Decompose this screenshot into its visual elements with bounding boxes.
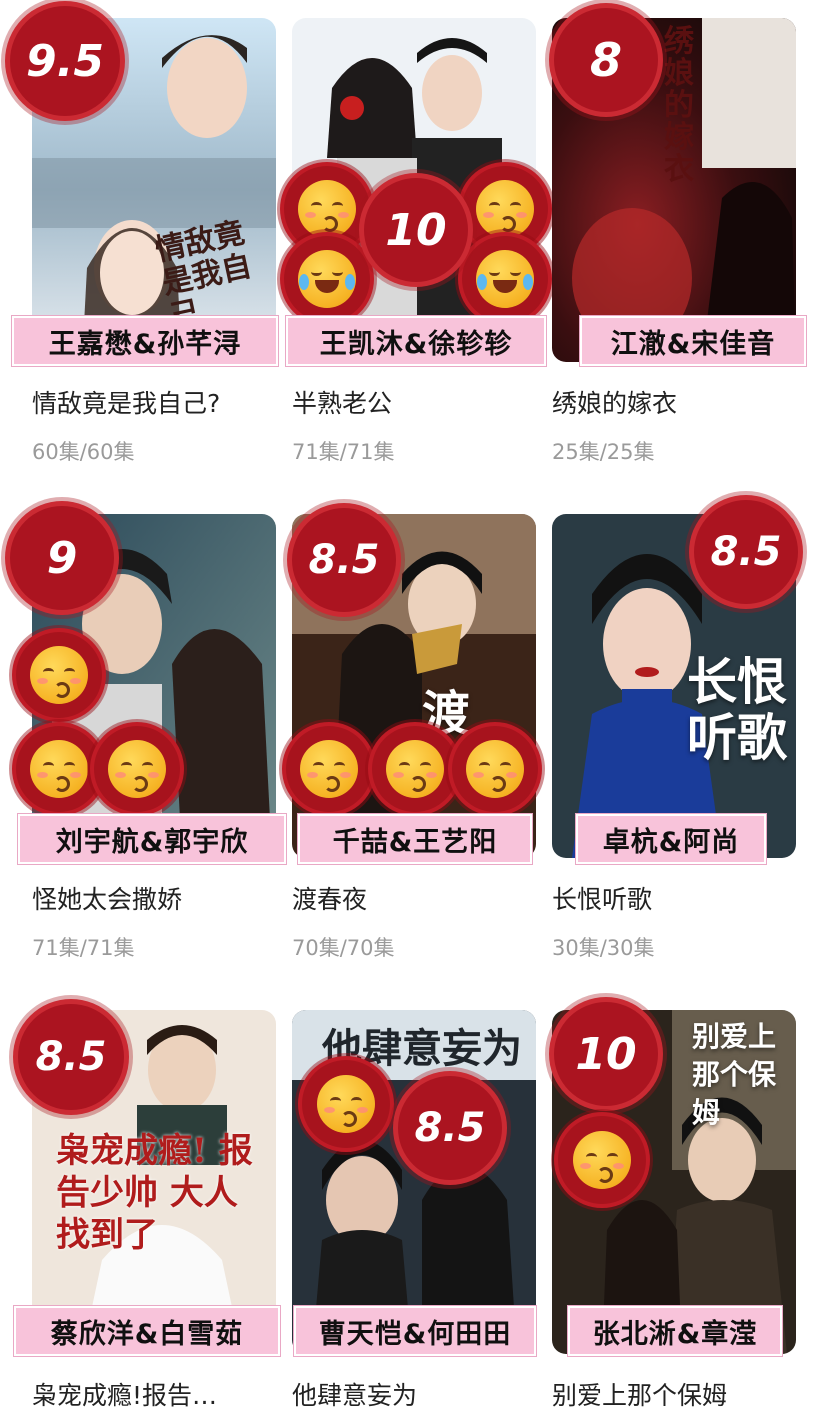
cast-label: 张北淅&章滢 bbox=[567, 1305, 783, 1357]
poster-image[interactable]: 他肆意妄为 bbox=[292, 1010, 536, 1354]
poster-title-text: 枭宠成瘾! 报告少帅 大人找到了 bbox=[56, 1131, 253, 1255]
cast-label: 蔡欣洋&白雪茹 bbox=[13, 1305, 281, 1357]
drama-title[interactable]: 绣娘的嫁衣 bbox=[552, 384, 796, 420]
cast-label: 江澈&宋佳音 bbox=[579, 315, 807, 367]
kissing-face-icon bbox=[573, 1131, 631, 1189]
laughing-tears-face-icon bbox=[476, 250, 534, 308]
score-badge: 8.5 bbox=[18, 1004, 124, 1110]
drama-title[interactable]: 情敌竟是我自己? bbox=[32, 384, 276, 420]
emoji-badge bbox=[16, 726, 102, 812]
score-badge: 8.5 bbox=[292, 508, 396, 612]
emoji-badge bbox=[302, 1060, 390, 1148]
kissing-face-icon bbox=[317, 1075, 375, 1133]
episode-count: 70集/70集 bbox=[292, 936, 395, 960]
episode-count: 71集/71集 bbox=[32, 936, 135, 960]
kissing-face-icon bbox=[108, 740, 166, 798]
score-badge: 9.5 bbox=[10, 6, 120, 116]
poster-title-text: 长恨听歌 bbox=[687, 652, 787, 767]
drama-title[interactable]: 枭宠成瘾!报告… bbox=[32, 1376, 276, 1412]
cast-label: 曹天恺&何田田 bbox=[293, 1305, 537, 1357]
emoji-badge bbox=[372, 726, 458, 812]
drama-title[interactable]: 半熟老公 bbox=[292, 384, 536, 420]
score-badge: 10 bbox=[554, 1002, 658, 1106]
cast-label: 王嘉懋&孙芊浔 bbox=[11, 315, 279, 367]
drama-title[interactable]: 他肆意妄为 bbox=[292, 1376, 536, 1412]
kissing-face-icon bbox=[386, 740, 444, 798]
score-badge: 8.5 bbox=[398, 1076, 502, 1180]
poster-title-text: 绣娘的嫁衣 bbox=[664, 24, 694, 187]
emoji-badge bbox=[94, 726, 180, 812]
cast-label: 卓杭&阿尚 bbox=[575, 813, 767, 865]
laughing-tears-face-icon bbox=[298, 250, 356, 308]
kissing-face-icon bbox=[466, 740, 524, 798]
kissing-face-icon bbox=[476, 180, 534, 238]
kissing-face-icon bbox=[30, 740, 88, 798]
drama-title[interactable]: 怪她太会撒娇 bbox=[32, 880, 276, 916]
emoji-badge bbox=[16, 632, 102, 718]
score-badge: 8.5 bbox=[694, 500, 798, 604]
score-badge: 8 bbox=[554, 8, 658, 112]
cast-label: 千喆&王艺阳 bbox=[297, 813, 533, 865]
episode-count: 25集/25集 bbox=[552, 440, 655, 464]
emoji-badge bbox=[558, 1116, 646, 1204]
drama-title[interactable]: 别爱上那个保姆 bbox=[552, 1376, 796, 1412]
emoji-badge bbox=[462, 236, 548, 322]
kissing-face-icon bbox=[300, 740, 358, 798]
score-badge: 9 bbox=[10, 506, 114, 610]
kissing-face-icon bbox=[298, 180, 356, 238]
emoji-badge bbox=[286, 726, 372, 812]
episode-count: 30集/30集 bbox=[552, 936, 655, 960]
drama-title[interactable]: 渡春夜 bbox=[292, 880, 536, 916]
cast-label: 刘宇航&郭宇欣 bbox=[17, 813, 287, 865]
episode-count: 60集/60集 bbox=[32, 440, 135, 464]
emoji-badge bbox=[284, 236, 370, 322]
episode-count: 71集/71集 bbox=[292, 440, 395, 464]
poster-title-text: 别爱上 那个保姆 bbox=[692, 1020, 777, 1129]
emoji-badge bbox=[452, 726, 538, 812]
kissing-face-icon bbox=[30, 646, 88, 704]
cast-label: 王凯沐&徐轸轸 bbox=[285, 315, 547, 367]
score-badge: 10 bbox=[364, 178, 468, 282]
drama-title[interactable]: 长恨听歌 bbox=[552, 880, 796, 916]
